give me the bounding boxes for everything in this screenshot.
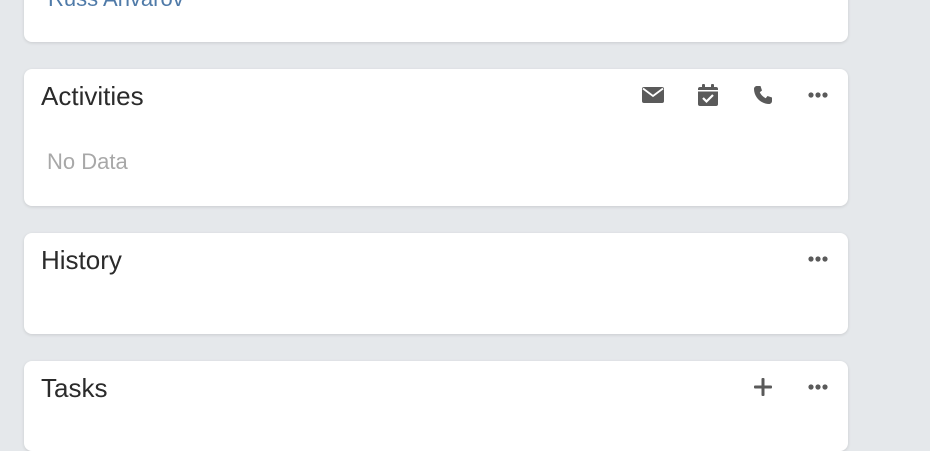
activities-empty-state: No Data <box>47 149 128 174</box>
plus-icon[interactable] <box>749 373 777 401</box>
tasks-actions <box>722 373 832 401</box>
activities-title: Activities <box>41 81 144 111</box>
tasks-panel: Tasks <box>24 361 848 451</box>
contact-link[interactable]: Russ Anvarov <box>48 0 184 12</box>
history-title: History <box>41 245 122 275</box>
phone-icon[interactable] <box>749 81 777 109</box>
email-icon[interactable] <box>639 81 667 109</box>
tasks-title: Tasks <box>41 373 108 403</box>
ellipsis-icon[interactable] <box>804 373 832 401</box>
history-actions <box>777 245 832 273</box>
calendar-check-icon[interactable] <box>694 81 722 109</box>
contact-panel: Russ Anvarov <box>24 0 848 42</box>
history-panel: History <box>24 233 848 334</box>
ellipsis-icon[interactable] <box>804 81 832 109</box>
activities-actions <box>612 81 832 109</box>
activities-panel: Activities No Data <box>24 69 848 206</box>
ellipsis-icon[interactable] <box>804 245 832 273</box>
